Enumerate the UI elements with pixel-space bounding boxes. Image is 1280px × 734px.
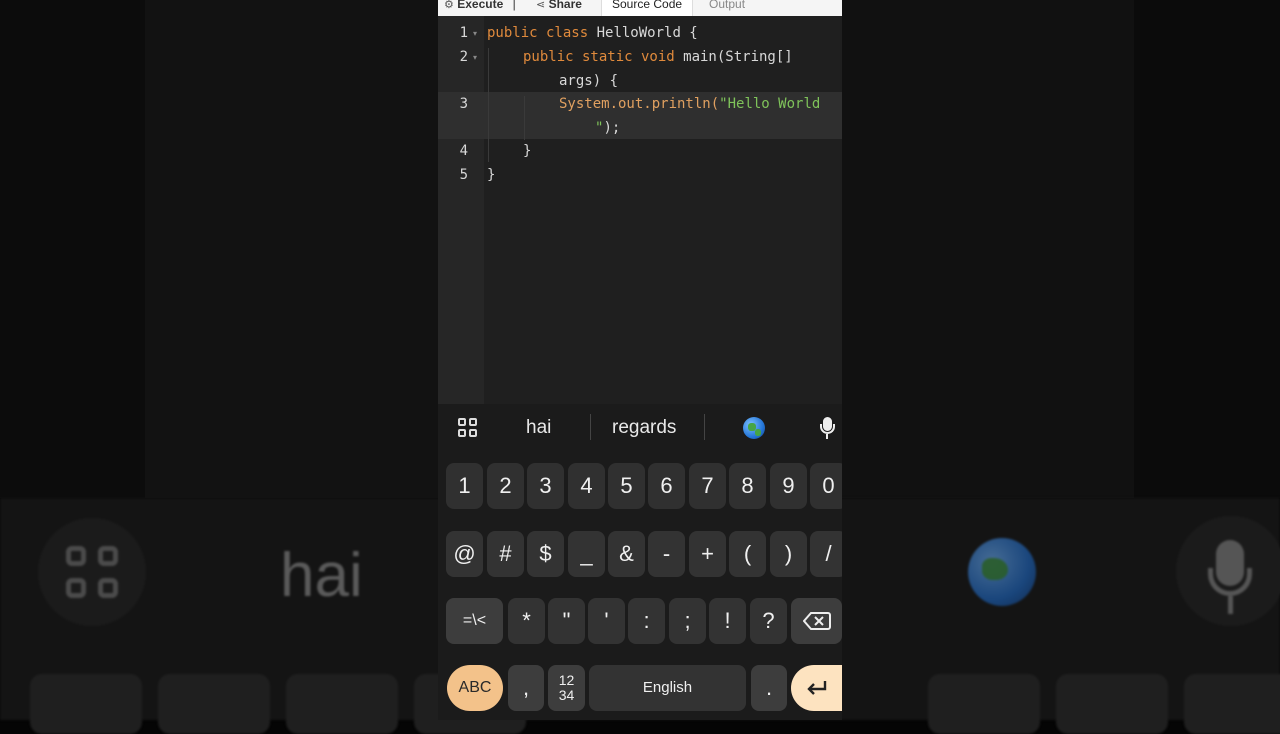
backspace-key[interactable] — [791, 598, 842, 644]
key-question[interactable]: ? — [750, 598, 787, 644]
key-1[interactable]: 1 — [446, 463, 483, 509]
gear-icon: ⚙ — [444, 0, 454, 11]
enter-arrow-icon — [806, 681, 826, 695]
key-0[interactable]: 0 — [810, 463, 842, 509]
tab-execute-label: Execute — [457, 0, 504, 11]
editor-tab-bar: ⚙ Execute | ⋖ Share Source Code Output — [438, 0, 842, 16]
share-icon: ⋖ — [536, 0, 546, 11]
line-number: 5 — [459, 167, 468, 183]
key-exclamation[interactable]: ! — [709, 598, 746, 644]
code-line-4: } — [523, 143, 532, 159]
key-slash[interactable]: / — [810, 531, 842, 577]
indent-guide — [524, 96, 525, 140]
suggestion-bar: hai regards — [438, 404, 842, 452]
key-8[interactable]: 8 — [729, 463, 766, 509]
code-token: "Hello World — [719, 96, 821, 112]
key-4[interactable]: 4 — [568, 463, 605, 509]
line-number: 4 — [459, 143, 468, 159]
key-abc[interactable]: ABC — [447, 665, 503, 711]
tab-output-label: Output — [709, 0, 746, 11]
code-editor[interactable]: 1 ▾ 2 ▾ 3 4 5 public class HelloWorld { … — [438, 16, 842, 404]
line-number: 2 — [459, 49, 468, 65]
backspace-icon — [802, 612, 831, 630]
key-5[interactable]: 5 — [608, 463, 645, 509]
code-token: System.out.println( — [559, 96, 720, 112]
background-grid-icon — [38, 518, 146, 626]
enter-key[interactable] — [791, 665, 842, 711]
key-underscore[interactable]: _ — [568, 531, 605, 577]
key-2[interactable]: 2 — [487, 463, 524, 509]
key-9[interactable]: 9 — [770, 463, 807, 509]
key-plus[interactable]: + — [689, 531, 726, 577]
tab-execute[interactable]: ⚙ Execute | — [444, 0, 516, 16]
phone-screen: ⚙ Execute | ⋖ Share Source Code Output 1… — [438, 0, 842, 720]
background-suggestion-text: hai — [280, 541, 363, 610]
code-line-3: System.out.println("Hello World — [559, 96, 820, 112]
code-line-3-wrap: "); — [595, 120, 620, 136]
apps-grid-icon[interactable] — [458, 418, 478, 438]
line-number: 3 — [459, 96, 468, 112]
background-right-panel — [842, 0, 1280, 498]
key-3[interactable]: 3 — [527, 463, 564, 509]
code-line-1: public class HelloWorld { — [487, 25, 698, 41]
code-token: public static void — [523, 49, 675, 65]
key-single-quote[interactable]: ' — [588, 598, 625, 644]
tab-source-code-label: Source Code — [612, 0, 683, 11]
key-comma[interactable]: , — [508, 665, 544, 711]
key-asterisk[interactable]: * — [508, 598, 545, 644]
tab-share[interactable]: ⋖ Share — [536, 0, 582, 16]
divider — [590, 414, 591, 440]
divider — [704, 414, 705, 440]
key-close-paren[interactable]: ) — [770, 531, 807, 577]
key-period[interactable]: . — [751, 665, 787, 711]
indent-guide — [488, 48, 489, 162]
key-double-quote[interactable]: " — [548, 598, 585, 644]
separator-icon: | — [512, 0, 516, 11]
suggestion-regards[interactable]: regards — [612, 417, 676, 439]
code-line-2-wrap: args) { — [559, 73, 619, 89]
key-ampersand[interactable]: & — [608, 531, 645, 577]
globe-icon[interactable] — [743, 417, 765, 439]
background-globe-icon — [968, 538, 1036, 606]
suggestion-hai[interactable]: hai — [526, 417, 551, 439]
code-line-2: public static void main(String[] — [523, 49, 793, 65]
key-colon[interactable]: : — [628, 598, 665, 644]
key-at[interactable]: @ — [446, 531, 483, 577]
tab-share-label: Share — [548, 0, 582, 11]
key-semicolon[interactable]: ; — [669, 598, 706, 644]
line-number-gutter — [438, 16, 484, 404]
fold-arrow-icon[interactable]: ▾ — [473, 29, 477, 38]
background-left-panel — [0, 0, 438, 498]
on-screen-keyboard: hai regards 1 2 3 4 5 6 7 8 9 0 @ # $ _ … — [438, 404, 842, 720]
key-minus[interactable]: - — [648, 531, 685, 577]
key-hash[interactable]: # — [487, 531, 524, 577]
code-token: HelloWorld { — [588, 25, 698, 41]
key-space[interactable]: English — [589, 665, 746, 711]
tab-output[interactable]: Output — [709, 0, 745, 16]
tab-source-code[interactable]: Source Code — [601, 0, 694, 16]
code-token: main(String[] — [674, 49, 793, 65]
mic-icon[interactable] — [810, 414, 842, 442]
key-7[interactable]: 7 — [689, 463, 726, 509]
fold-arrow-icon[interactable]: ▾ — [473, 53, 477, 62]
line-number: 1 — [459, 25, 468, 41]
key-6[interactable]: 6 — [648, 463, 685, 509]
background-mic-icon — [1176, 516, 1280, 626]
code-line-5: } — [487, 167, 496, 183]
code-token: ); — [603, 120, 621, 136]
key-numpad[interactable]: 12 34 — [548, 665, 585, 711]
key-more-symbols[interactable]: =\< — [446, 598, 503, 644]
code-token: public class — [487, 25, 589, 41]
key-open-paren[interactable]: ( — [729, 531, 766, 577]
key-dollar[interactable]: $ — [527, 531, 564, 577]
